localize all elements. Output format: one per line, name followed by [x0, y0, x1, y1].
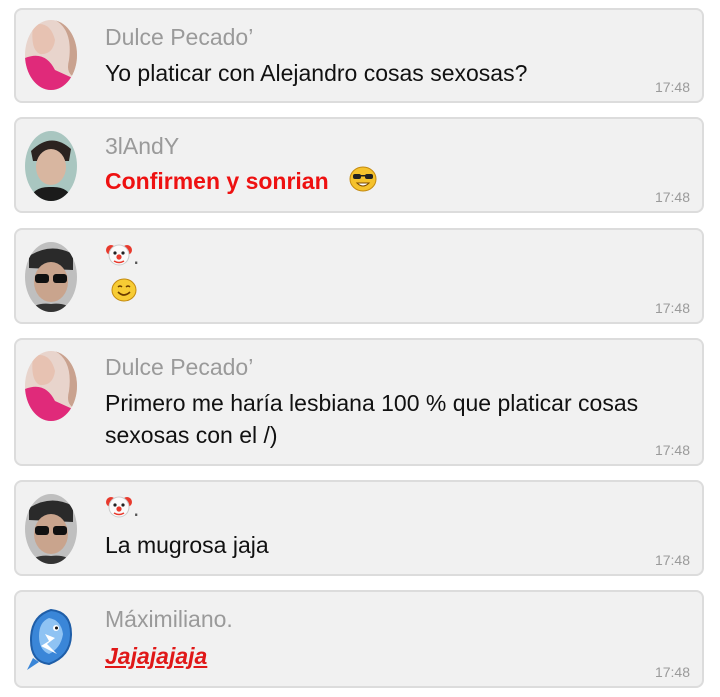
chat-message[interactable]: . 17:48 [14, 228, 704, 324]
message-content: Confirmen y sonrian [105, 165, 377, 200]
clown-emoji [105, 240, 133, 276]
message-text: La mugrosa jaja [105, 532, 269, 558]
man-sunglasses-avatar[interactable] [25, 494, 77, 564]
message-text: . [133, 495, 140, 522]
message-time: 17:48 [654, 300, 690, 316]
chat-message[interactable]: Dulce Pecado’ Yo platicar con Alejandro … [14, 8, 704, 103]
message-time: 17:48 [654, 552, 690, 568]
message-text: Confirmen y sonrian [105, 168, 329, 194]
message-text: . [133, 243, 140, 270]
sunglasses-grin-emoji [349, 166, 377, 200]
pink-woman-avatar[interactable] [25, 20, 77, 90]
chat-message[interactable]: Dulce Pecado’ Primero me haría lesbiana … [14, 338, 704, 466]
message-time: 17:48 [654, 189, 690, 205]
blue-bird-avatar[interactable] [25, 604, 77, 674]
pink-woman-avatar[interactable] [25, 351, 77, 421]
message-content: . [105, 240, 139, 276]
message-time: 17:48 [654, 79, 690, 95]
smiling-face-emoji [111, 278, 137, 310]
author-name: 3lAndY [105, 133, 180, 159]
author-name: Dulce Pecado’ [105, 354, 254, 380]
message-text: Yo platicar con Alejandro cosas sexosas? [105, 60, 528, 86]
author-name: Dulce Pecado’ [105, 24, 254, 50]
clown-emoji [105, 492, 133, 528]
message-content: . [105, 492, 139, 528]
chat-message[interactable]: 3lAndY Confirmen y sonrian 17:48 [14, 117, 704, 213]
message-time: 17:48 [654, 664, 690, 680]
author-name: Máximiliano. [105, 606, 233, 632]
message-time: 17:48 [654, 442, 690, 458]
message-content [111, 276, 137, 310]
message-text: Primero me haría lesbiana 100 % que plat… [105, 390, 639, 448]
message-text[interactable]: Jajajajaja [105, 643, 207, 669]
chat-message[interactable]: . La mugrosa jaja 17:48 [14, 480, 704, 576]
man-sunglasses-avatar[interactable] [25, 242, 77, 312]
young-man-avatar[interactable] [25, 131, 77, 201]
chat-message[interactable]: Máximiliano. Jajajajaja 17:48 [14, 590, 704, 688]
message-content: Jajajajaja [105, 640, 207, 672]
